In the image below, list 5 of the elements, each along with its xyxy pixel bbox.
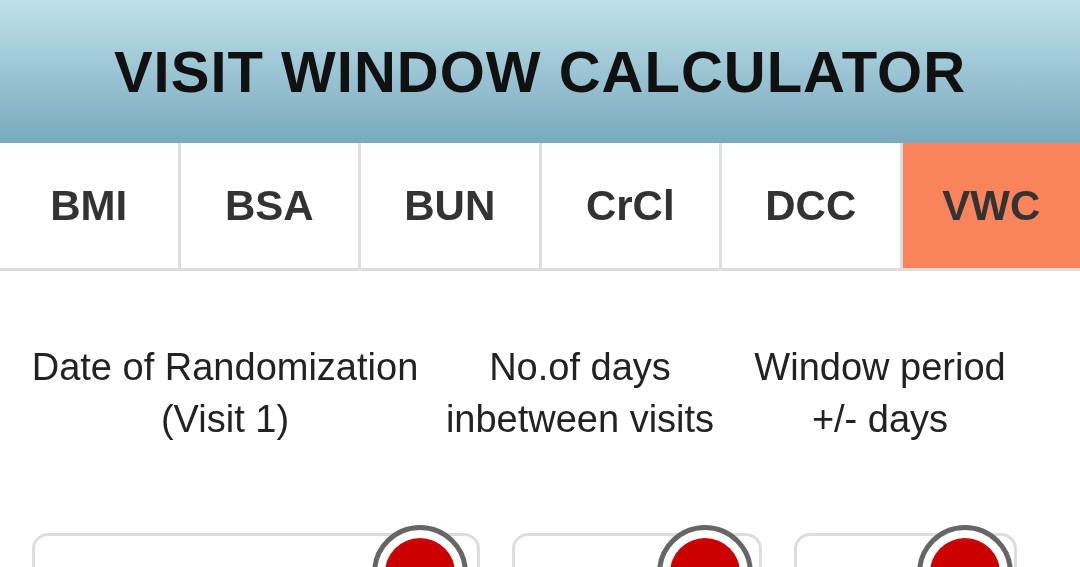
tab[interactable]: VWC [902, 143, 1080, 268]
field-label: Date of Randomization (Visit 1) [30, 345, 420, 442]
field-label: No.of days inbetween visits [444, 345, 716, 442]
app-title: VISIT WINDOW CALCULATOR [113, 38, 967, 105]
field-label: Window period +/- days [753, 345, 1007, 442]
